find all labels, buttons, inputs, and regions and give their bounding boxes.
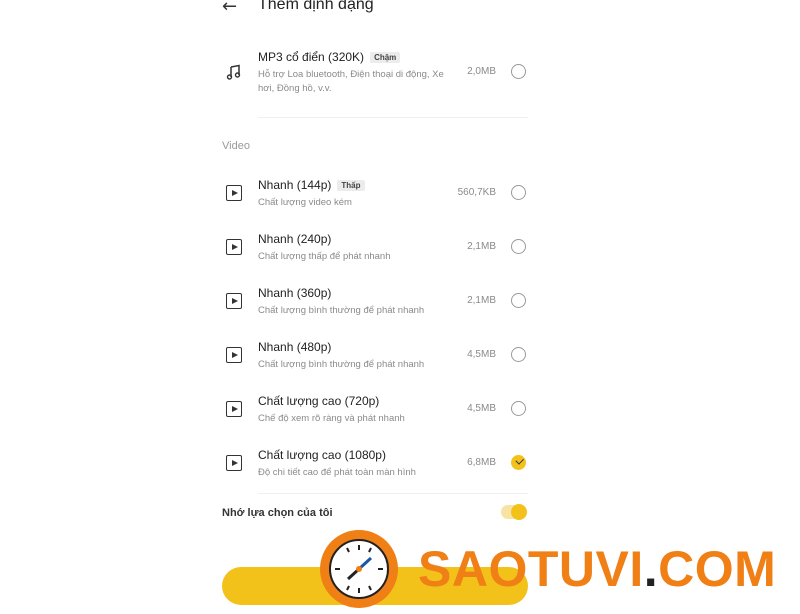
format-name: MP3 cổ điển (320K) Chậm [258, 50, 401, 64]
format-description: Chế độ xem rõ ràng và phát nhanh [258, 413, 405, 424]
format-description: Chất lượng bình thường để phát nhanh [258, 305, 425, 316]
radio-button[interactable] [511, 401, 526, 416]
format-option-480p[interactable]: Nhanh (480p) Chất lượng bình thường để p… [222, 340, 528, 380]
radio-button-checked[interactable] [511, 455, 526, 470]
format-option-1080p[interactable]: Chất lượng cao (1080p) Độ chi tiết cao đ… [222, 448, 528, 488]
radio-button[interactable] [511, 293, 526, 308]
play-box-icon [226, 401, 242, 417]
divider [258, 117, 528, 118]
play-box-icon [226, 185, 242, 201]
watermark-text: SAOTUVI.COM [418, 541, 777, 597]
format-option-240p[interactable]: Nhanh (240p) Chất lượng thấp để phát nha… [222, 232, 528, 272]
file-size: 4,5MB [467, 403, 496, 414]
format-description: Độ chi tiết cao để phát toàn màn hình [258, 467, 416, 478]
file-size: 560,7KB [457, 187, 496, 198]
format-description: Chất lượng video kém [258, 197, 352, 208]
radio-button[interactable] [511, 239, 526, 254]
format-option-144p[interactable]: Nhanh (144p) Thấp Chất lượng video kém 56… [222, 178, 528, 218]
divider [258, 493, 528, 494]
play-box-icon [226, 455, 242, 471]
remember-choice-toggle[interactable] [501, 504, 527, 520]
back-arrow-icon[interactable]: ← [222, 0, 237, 17]
play-box-icon [226, 293, 242, 309]
format-name: Nhanh (480p) [258, 340, 332, 354]
remember-choice-label: Nhớ lựa chọn của tôi [222, 507, 333, 519]
file-size: 4,5MB [467, 349, 496, 360]
format-option-360p[interactable]: Nhanh (360p) Chất lượng bình thường để p… [222, 286, 528, 326]
speed-badge: Chậm [370, 52, 401, 64]
play-box-icon [226, 239, 242, 255]
radio-button[interactable] [511, 185, 526, 200]
music-note-icon [226, 64, 241, 80]
radio-button[interactable] [511, 347, 526, 362]
clock-logo-icon [320, 530, 398, 608]
file-size: 6,8MB [467, 457, 496, 468]
format-option-mp3[interactable]: MP3 cổ điển (320K) Chậm Hỗ trợ Loa blueto… [222, 48, 528, 104]
file-size: 2,0MB [467, 66, 496, 77]
file-size: 2,1MB [467, 295, 496, 306]
file-size: 2,1MB [467, 241, 496, 252]
radio-button[interactable] [511, 64, 526, 79]
play-box-icon [226, 347, 242, 363]
watermark: SAOTUVI.COM [318, 528, 788, 612]
format-description: Hỗ trợ Loa bluetooth, Điện thoại di động… [258, 69, 444, 94]
format-name: Nhanh (360p) [258, 286, 332, 300]
toggle-knob [511, 504, 527, 520]
format-name: Chất lượng cao (720p) [258, 394, 380, 408]
format-name: Nhanh (144p) Thấp [258, 178, 365, 192]
page-title: Thêm định dạng [258, 0, 374, 13]
format-description: Chất lượng thấp để phát nhanh [258, 251, 391, 262]
format-option-720p[interactable]: Chất lượng cao (720p) Chế độ xem rõ ràng… [222, 394, 528, 434]
section-label-video: Video [222, 140, 250, 152]
format-description: Chất lượng bình thường để phát nhanh [258, 359, 425, 370]
format-name: Nhanh (240p) [258, 232, 332, 246]
format-name: Chất lượng cao (1080p) [258, 448, 386, 462]
quality-badge: Thấp [337, 180, 365, 192]
